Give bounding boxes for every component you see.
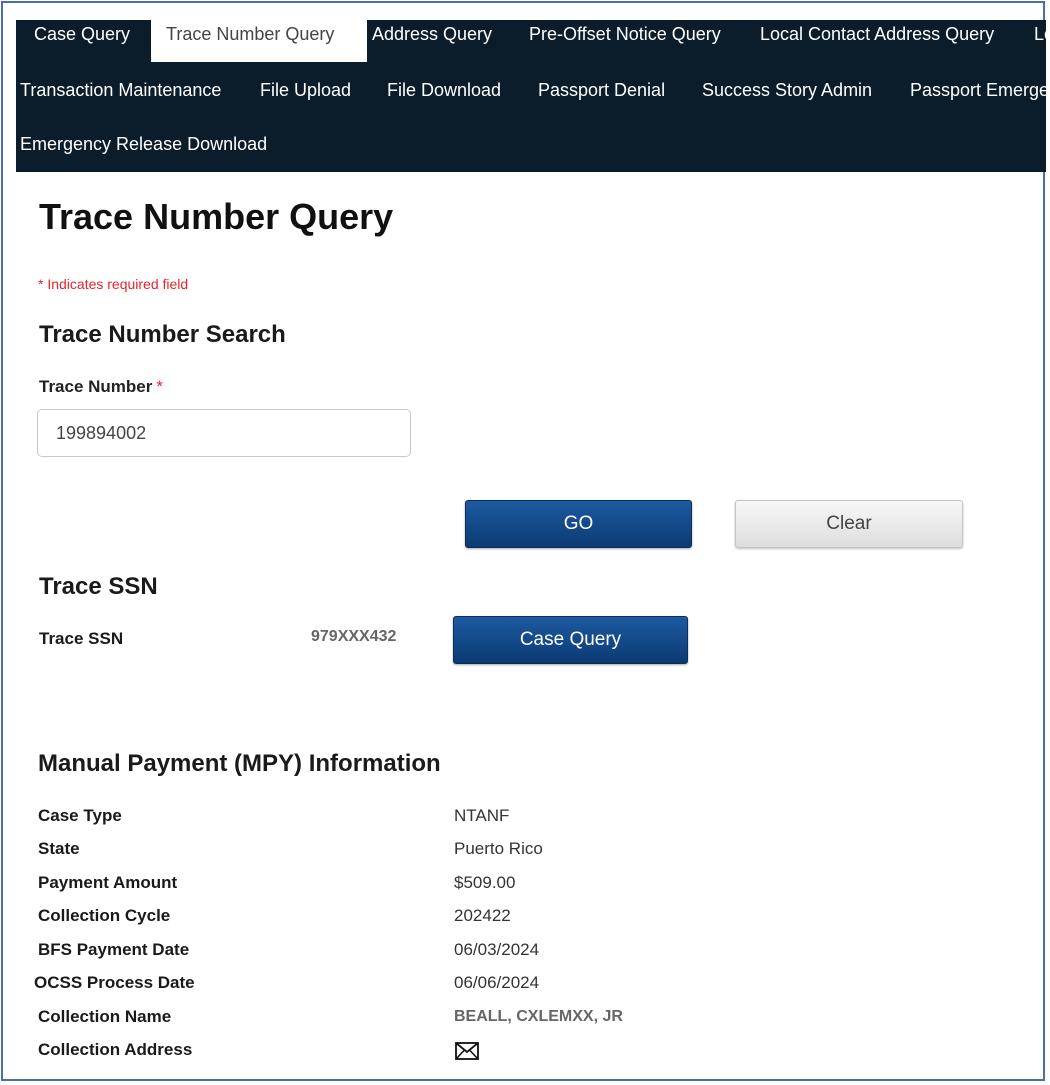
- nav-success-story-admin[interactable]: Success Story Admin: [702, 76, 872, 120]
- nav-trace-number-query[interactable]: Trace Number Query: [151, 20, 367, 62]
- ocss-process-date-value: 06/06/2024: [454, 973, 540, 992]
- nav-local-contact-address-query[interactable]: Local Contact Address Query: [760, 20, 994, 64]
- required-field-note: * Indicates required field: [38, 276, 189, 292]
- nav-row-2: Transaction Maintenance File Upload File…: [16, 76, 1046, 120]
- trace-number-label: Trace Number *: [39, 377, 163, 397]
- required-marker: *: [156, 377, 164, 396]
- collection-address-label: Collection Address: [38, 1040, 193, 1059]
- trace-ssn-value: 979XXX432: [311, 628, 397, 645]
- case-type-label: Case Type: [38, 806, 122, 825]
- collection-cycle-label: Collection Cycle: [38, 906, 171, 925]
- mpy-information-heading: Manual Payment (MPY) Information: [38, 750, 441, 777]
- nav-transaction-maintenance[interactable]: Transaction Maintenance: [20, 76, 221, 120]
- nav-passport-emergency[interactable]: Passport Emerge: [910, 76, 1046, 120]
- collection-name-value: BEALL, CXLEMXX, JR: [454, 1008, 623, 1025]
- case-type-value: NTANF: [454, 806, 510, 825]
- ocss-process-date-label: OCSS Process Date: [34, 973, 195, 992]
- nav-case-query[interactable]: Case Query: [34, 20, 130, 64]
- nav-file-download[interactable]: File Download: [387, 76, 501, 120]
- envelope-icon[interactable]: [455, 1042, 479, 1060]
- nav-emergency-release-download[interactable]: Emergency Release Download: [20, 130, 267, 172]
- trace-number-input[interactable]: [37, 409, 411, 457]
- page-title: Trace Number Query: [39, 196, 394, 237]
- nav-row-1: Case Query Trace Number Query Address Qu…: [16, 20, 1046, 64]
- nav-passport-denial[interactable]: Passport Denial: [538, 76, 665, 120]
- payment-amount-value: $509.00: [454, 873, 516, 892]
- nav-address-query[interactable]: Address Query: [372, 20, 492, 64]
- nav-file-upload[interactable]: File Upload: [260, 76, 351, 120]
- clear-button[interactable]: Clear: [735, 500, 963, 548]
- state-label: State: [38, 839, 80, 858]
- case-query-button[interactable]: Case Query: [453, 616, 688, 664]
- trace-ssn-heading: Trace SSN: [39, 573, 158, 600]
- go-button[interactable]: GO: [465, 500, 692, 548]
- trace-number-search-heading: Trace Number Search: [39, 321, 286, 348]
- nav-pre-offset-notice-query[interactable]: Pre-Offset Notice Query: [529, 20, 721, 64]
- collection-name-label: Collection Name: [38, 1007, 172, 1026]
- bfs-payment-date-value: 06/03/2024: [454, 940, 540, 959]
- bfs-payment-date-label: BFS Payment Date: [38, 940, 190, 959]
- trace-number-label-text: Trace Number: [39, 377, 153, 396]
- collection-cycle-value: 202422: [454, 906, 511, 925]
- trace-ssn-label: Trace SSN: [39, 629, 124, 648]
- state-value: Puerto Rico: [454, 839, 543, 858]
- main-nav: Case Query Trace Number Query Address Qu…: [16, 20, 1046, 172]
- payment-amount-label: Payment Amount: [38, 873, 178, 892]
- nav-row-3: Emergency Release Download: [16, 130, 1046, 172]
- nav-lo-truncated[interactable]: Lo: [1034, 20, 1046, 64]
